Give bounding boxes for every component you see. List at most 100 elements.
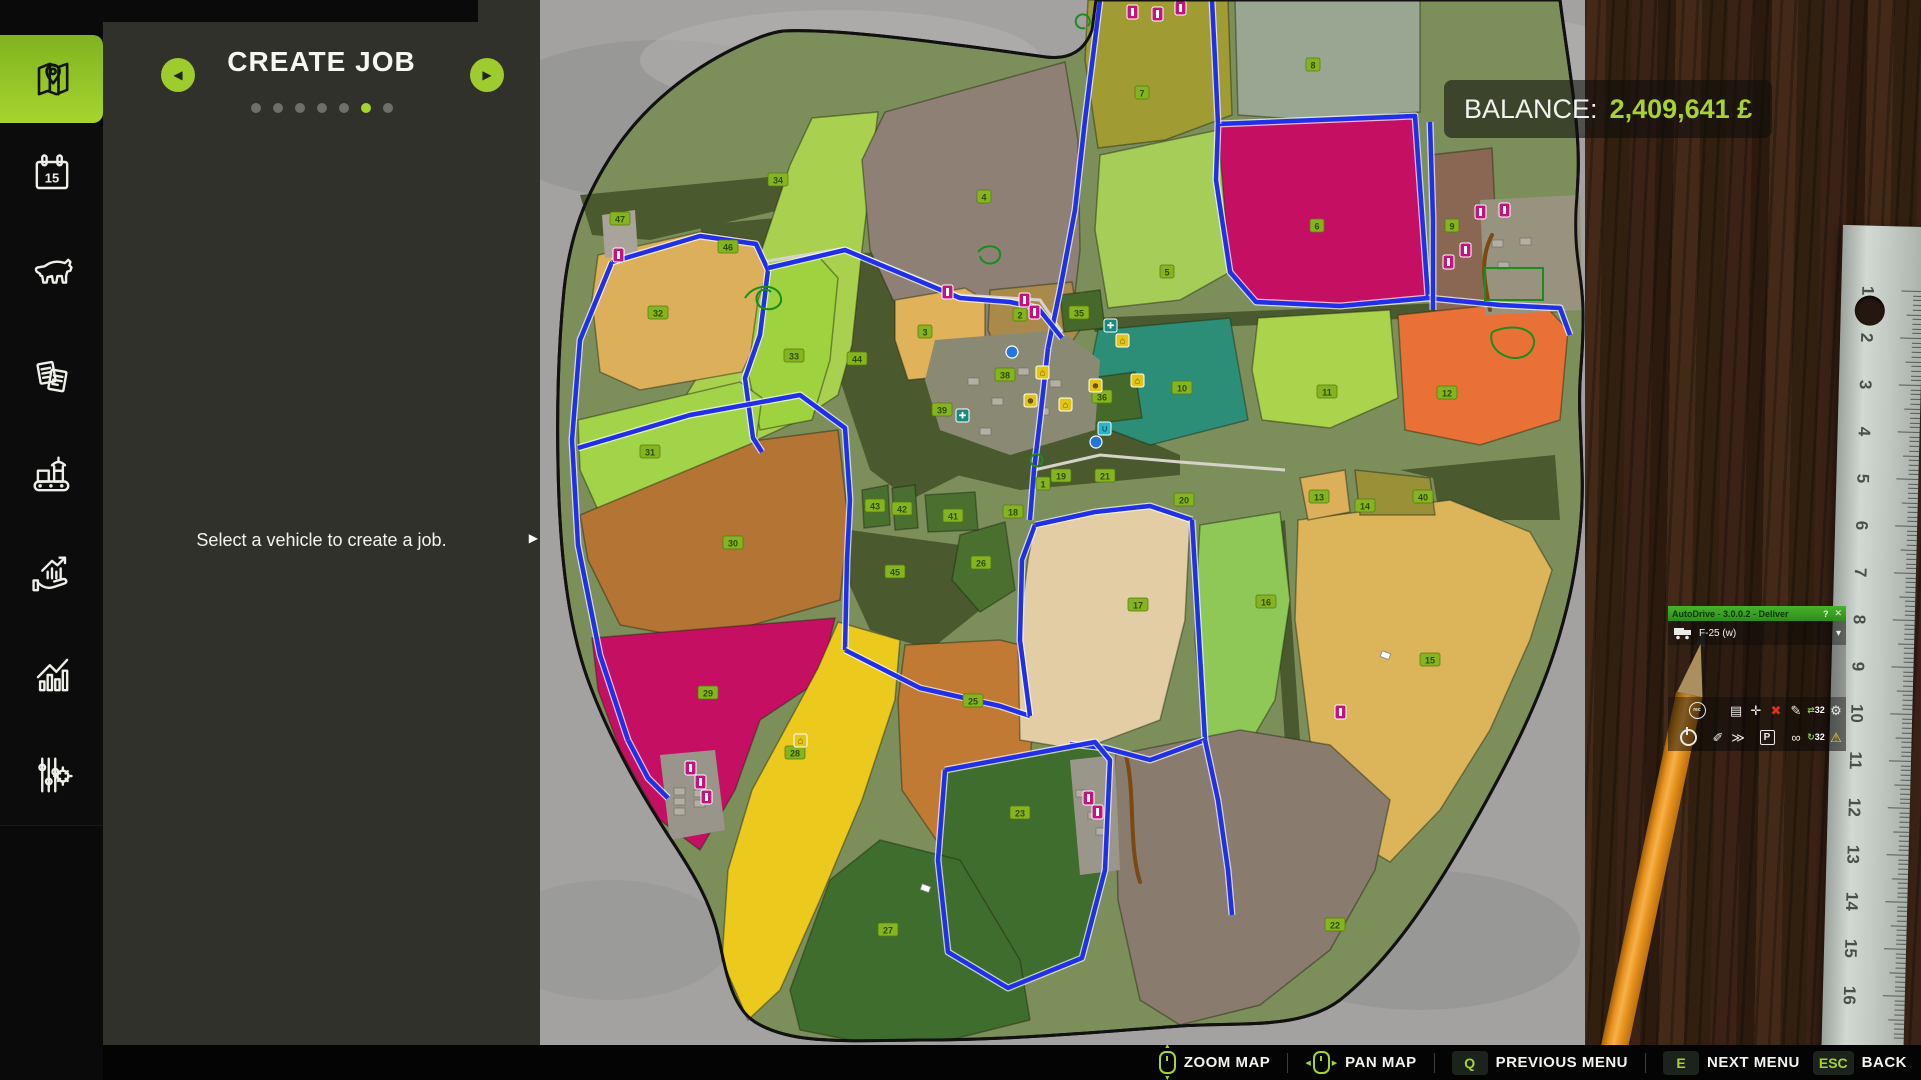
edit-waypoint-icon[interactable]: ✎ [1786,703,1806,719]
ruler-tick [1912,328,1921,329]
house-marker-glyph: ⌂ [1120,336,1125,346]
ruler-tick [1912,357,1921,358]
field-number: 29 [703,689,713,699]
ruler-tick [1906,587,1916,588]
vehicle-selector[interactable]: F-25 (w) ▾ [1668,621,1846,645]
vehicle-marker-glyph [1464,246,1467,254]
ruler-number: 2 [1856,327,1877,348]
ruler-tick [1902,723,1912,724]
field-6[interactable] [1215,116,1428,305]
farm-map[interactable]: 3443233327869510111231302928251716151314… [540,0,1585,1045]
ruler-number: 14 [1841,891,1862,912]
building [674,798,685,805]
help-icon[interactable]: ? [1823,609,1829,619]
ruler-tick [1913,295,1921,296]
fast-forward-icon[interactable]: ≫ [1728,730,1748,746]
vehicle-marker-glyph [946,288,949,296]
sidebar-item-settings[interactable] [0,725,103,826]
house-marker-glyph: ⌂ [798,736,803,746]
mouse-pan-icon: ◀▶ [1305,1051,1337,1074]
ruler-number: 15 [1840,938,1861,959]
next-page-button[interactable]: ▶ [470,58,504,92]
truck-icon [1673,627,1693,640]
ruler-tick [1894,1024,1904,1025]
autodrive-titlebar[interactable]: AutoDrive - 3.0.0.2 - Deliver ? ✕ [1668,606,1846,621]
delete-waypoint-icon[interactable]: ✖ [1766,703,1786,719]
ruler-tick [1883,995,1905,997]
vehicle-marker-glyph [689,764,692,772]
ruler-tick [1904,638,1914,639]
ruler-number: 10 [1846,703,1867,724]
field-number: 2 [1017,311,1022,321]
hotkey-next-menu[interactable]: ENEXT MENU [1663,1051,1800,1075]
ruler-tick [1893,831,1909,832]
turn-count-icon[interactable]: ↻32 [1806,732,1826,743]
route-count-icon[interactable]: ⇄32 [1806,705,1826,716]
save-icon[interactable]: ▤ [1726,703,1746,719]
hotkey-pan-map[interactable]: ◀▶PAN MAP [1305,1051,1416,1074]
ruler-tick [1911,380,1921,381]
park-icon[interactable]: P [1760,730,1775,745]
sidebar-item-map[interactable] [0,35,103,123]
ruler-tick [1900,779,1910,780]
ruler-tick [1900,337,1921,339]
add-waypoint-icon[interactable]: ✛ [1746,703,1766,719]
farmyard-patch [1480,195,1582,315]
point-marker [1090,436,1102,448]
ruler-tick [1904,657,1914,658]
field-number: 7 [1139,89,1144,99]
ruler-tick [1909,465,1919,466]
field-number: 9 [1449,222,1454,232]
station-marker-glyph: ✚ [1107,321,1115,331]
ruler-tick [1904,408,1920,409]
sidebar-item-statistics[interactable] [0,625,103,726]
sidebar-item-contracts[interactable] [0,325,103,426]
ruler-tick [1909,441,1919,442]
sidebar-item-calendar[interactable]: 15 [0,125,103,226]
divider [1287,1053,1288,1073]
record-route-icon[interactable]: rec [1689,702,1706,719]
page-dot [273,103,283,113]
field-5[interactable] [1095,130,1230,308]
loop-route-icon[interactable]: ∞ [1786,730,1806,745]
close-icon[interactable]: ✕ [1834,608,1842,619]
ruler-tick [1909,469,1919,470]
field-number: 46 [723,243,733,253]
page-dots [103,103,540,113]
prev-page-button[interactable]: ◀ [161,58,195,92]
ruler-tick [1903,685,1913,686]
ruler-tick [1911,371,1921,372]
field-12[interactable] [1398,300,1568,445]
ruler-tick [1902,718,1912,719]
field-number: 26 [976,559,986,569]
field-8[interactable] [1235,0,1420,120]
sidebar-item-production[interactable] [0,425,103,526]
field-number: 32 [653,309,663,319]
ruler-tick [1907,544,1917,545]
field-number: 8 [1310,61,1315,71]
draw-mode-icon[interactable]: ✐ [1708,730,1728,746]
hotkey-zoom-map[interactable]: ▲▼ZOOM MAP [1159,1043,1271,1080]
ruler-tick [1894,572,1916,574]
ruler-tick [1895,977,1905,978]
vehicle-marker-glyph [1339,708,1342,716]
map-canvas[interactable]: 3443233327869510111231302928251716151314… [540,0,1585,1045]
ruler-tick [1906,582,1916,583]
svg-text:15: 15 [44,171,58,186]
power-icon[interactable] [1680,729,1697,746]
building [1018,368,1029,375]
field-number: 28 [790,749,800,759]
warning-icon[interactable]: ⚠ [1826,730,1846,746]
chevron-down-icon[interactable]: ▾ [1836,628,1841,639]
ruler-tick [1894,1028,1904,1029]
balance-value: 2,409,641 £ [1610,94,1753,125]
hotkey-previous-menu[interactable]: QPREVIOUS MENU [1452,1051,1628,1075]
sidebar-item-animals[interactable] [0,225,103,326]
settings-gear-icon[interactable]: ⚙ [1826,703,1846,719]
autodrive-toolbar-row1: rec ▤✛✖✎⇄32⚙ [1668,697,1846,724]
hotkey-back[interactable]: ESCBACK [1813,1051,1907,1075]
ruler-tick [1901,549,1917,550]
ruler-tick [1908,512,1918,513]
ruler-tick [1898,873,1908,874]
sidebar-item-finances[interactable] [0,525,103,626]
